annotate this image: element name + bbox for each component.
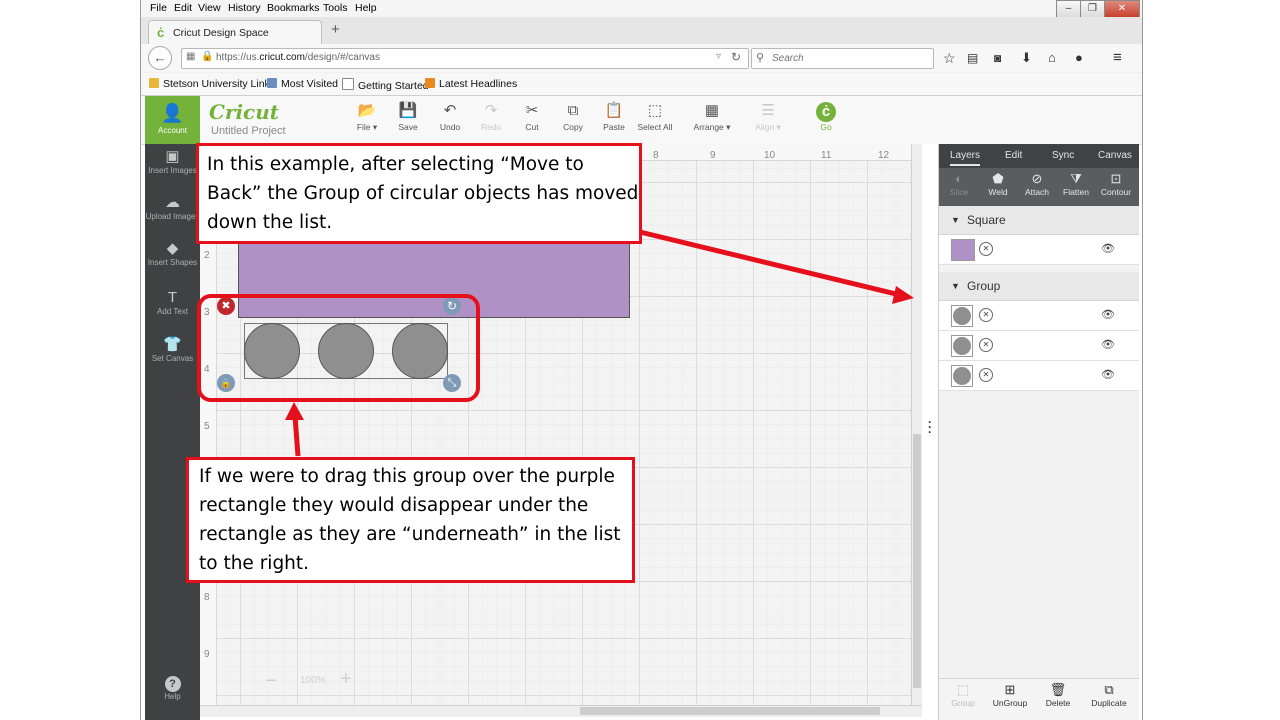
highlight-box [197,294,480,402]
arrow-head [285,402,304,420]
arrow-head [892,286,914,304]
annotation-overlay [197,229,914,457]
arrow-line [639,229,901,298]
arrow-line [292,415,301,457]
annotation-callout-top: In this example, after selecting “Move t… [196,143,642,244]
annotation-callout-bottom: If we were to drag this group over the p… [186,457,635,583]
